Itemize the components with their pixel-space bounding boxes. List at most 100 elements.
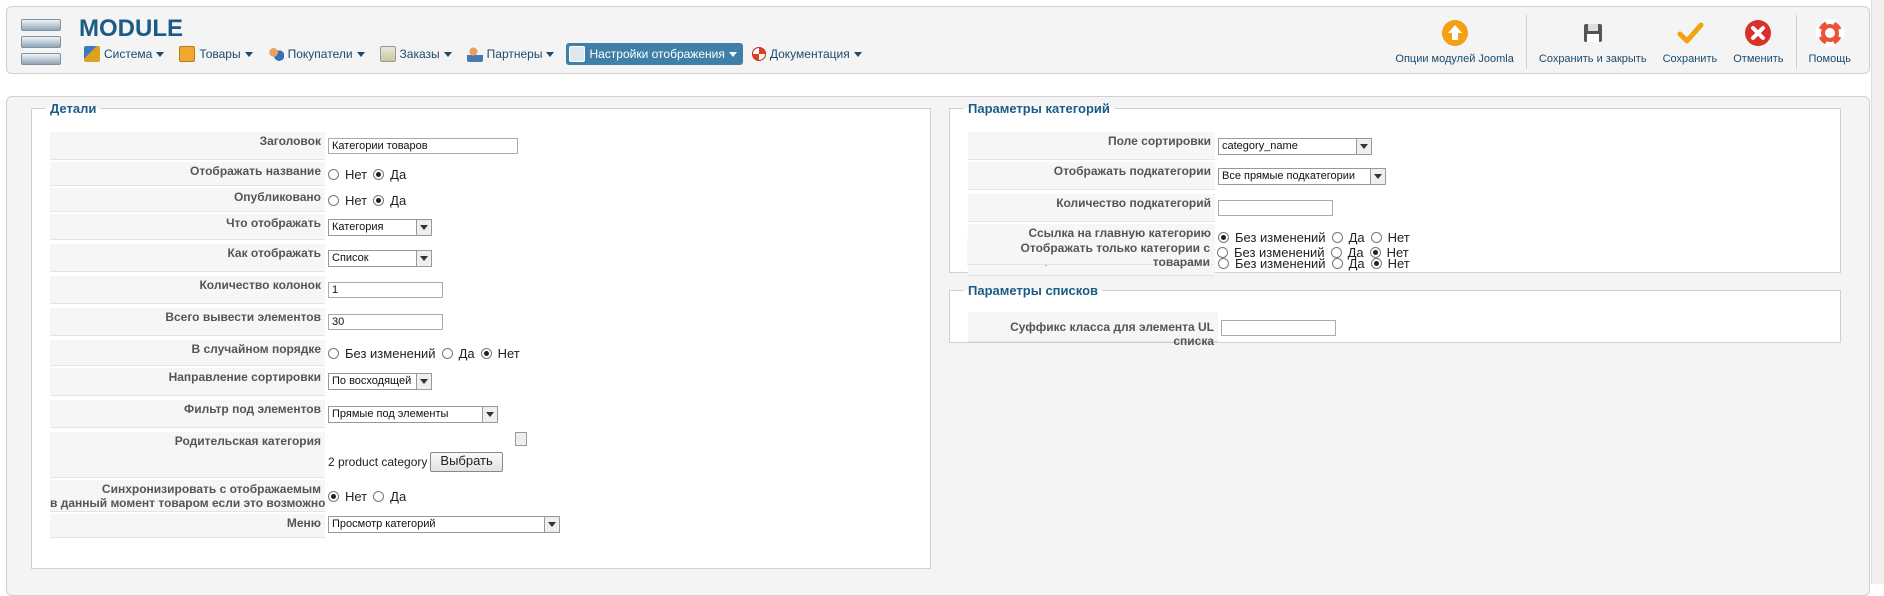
toolbar-label: Помощь — [1808, 53, 1852, 65]
menu-item-products[interactable]: Товары — [176, 43, 258, 65]
only-with-products-yes-radio[interactable] — [1330, 246, 1342, 258]
select-value: Просмотр категорий — [332, 518, 436, 530]
toolbar-label: Сохранить и закрыть — [1538, 53, 1647, 65]
title-input[interactable]: Категории товаров — [328, 138, 518, 154]
help-button[interactable]: Помощь — [1801, 15, 1860, 71]
select-value: Прямые под элементы — [332, 408, 449, 420]
how-row: Как отображать Список — [50, 244, 432, 272]
subcats-count-label: Количество подкатегорий — [968, 194, 1215, 222]
clear-icon[interactable] — [515, 432, 527, 446]
menu-item-label: Настройки отображения — [589, 47, 725, 61]
total-label: Всего вывести элементов — [50, 308, 325, 336]
random-yes-radio[interactable] — [441, 347, 453, 359]
select-value: По восходящей — [332, 375, 412, 387]
save-and-close-button[interactable]: Сохранить и закрыть — [1531, 15, 1655, 71]
menu-item-customers[interactable]: Покупатели — [265, 43, 371, 65]
what-row: Что отображать Категория — [50, 214, 432, 240]
menu-item-label: Документация — [769, 47, 850, 61]
menu-item-partners[interactable]: Партнеры — [464, 43, 561, 65]
check-icon — [1676, 19, 1704, 47]
total-input[interactable]: 30 — [328, 314, 443, 330]
toolbar-label: Сохранить — [1662, 53, 1718, 65]
select-value: Категория — [332, 221, 384, 233]
ul-suffix-label: Суффикс класса для элемента UL списка — [968, 312, 1218, 348]
joomla-options-button[interactable]: Опции модулей Joomla — [1387, 15, 1521, 71]
radio-label: Да — [1347, 244, 1364, 260]
menu-item-display-settings[interactable]: Настройки отображения — [566, 43, 743, 65]
menu-item-label: Система — [104, 47, 153, 61]
menu-item-label: Партнеры — [486, 47, 543, 61]
select-value: Все прямые подкатегории — [1222, 170, 1356, 182]
sync-label: Синхронизировать с отображаемым в данный… — [50, 480, 325, 512]
parent-row: Родительская категория 2 product categor… — [50, 432, 527, 478]
select-arrow-icon — [544, 517, 559, 532]
radio-label: Нет — [345, 488, 368, 504]
caret-down-icon — [356, 51, 365, 57]
show-name-no-radio[interactable] — [328, 168, 339, 180]
subcats-label: Отображать подкатегории — [968, 162, 1215, 190]
show-name-yes-radio[interactable] — [373, 168, 385, 180]
help-icon — [1814, 18, 1845, 48]
filter-select[interactable]: Прямые под элементы — [328, 406, 498, 423]
save-button[interactable]: Сохранить — [1655, 15, 1726, 71]
subcats-row: Отображать подкатегории Все прямые подка… — [968, 162, 1386, 190]
menu-item-label: Товары — [199, 47, 241, 61]
toolbar-separator — [1525, 15, 1527, 69]
random-label: В случайном порядке — [50, 340, 325, 366]
tools-icon — [84, 46, 100, 62]
sync-row: Синхронизировать с отображаемым в данный… — [50, 480, 412, 512]
radio-label: Да — [390, 488, 407, 504]
only-with-products-label: Отображать только категории с товарами — [967, 239, 1214, 269]
radio-label: Да — [390, 166, 407, 182]
menu-item-label: Заказы — [399, 47, 440, 61]
up-arrow-icon — [1441, 19, 1469, 47]
menu-item-documentation[interactable]: Документация — [749, 43, 868, 65]
radio-label: Нет — [345, 192, 368, 208]
menu-row: Меню Просмотр категорий — [50, 514, 560, 538]
sync-yes-radio[interactable] — [373, 490, 385, 502]
published-no-radio[interactable] — [328, 194, 339, 206]
radio-label: Да — [458, 345, 475, 361]
sync-no-radio[interactable] — [328, 490, 339, 502]
menu-item-label: Покупатели — [287, 47, 353, 61]
random-no-radio[interactable] — [480, 347, 492, 359]
sync-label-line: в данный момент товаром если это возможн… — [50, 496, 326, 510]
menu-label: Меню — [50, 514, 325, 538]
what-select[interactable]: Категория — [328, 219, 432, 236]
only-with-products-no-radio[interactable] — [1369, 246, 1381, 258]
select-value: Список — [332, 252, 369, 264]
only-with-products-unchanged-radio[interactable] — [1217, 246, 1228, 258]
cancel-button[interactable]: Отменить — [1725, 15, 1791, 71]
ul-suffix-input[interactable] — [1221, 320, 1336, 336]
subcats-count-input[interactable] — [1218, 200, 1333, 216]
lists-legend: Параметры списков — [968, 283, 1099, 298]
how-select[interactable]: Список — [328, 250, 432, 267]
sync-label-line: Синхронизировать с отображаемым — [101, 482, 321, 496]
menu-item-system[interactable]: Система — [81, 43, 170, 65]
select-arrow-icon — [416, 374, 431, 389]
page-scrollbar[interactable] — [1871, 0, 1884, 584]
sort-field-select[interactable]: category_name — [1218, 138, 1372, 155]
columns-label: Количество колонок — [50, 276, 325, 304]
display-settings-icon — [569, 46, 586, 62]
toolbar-label: Опции модулей Joomla — [1395, 53, 1514, 65]
total-row: Всего вывести элементов 30 — [50, 308, 443, 336]
toolbar-label: Отменить — [1733, 53, 1784, 65]
published-yes-radio[interactable] — [373, 194, 385, 206]
subcats-select[interactable]: Все прямые подкатегории — [1218, 168, 1386, 185]
categories-legend: Параметры категорий — [968, 101, 1110, 116]
menu-select[interactable]: Просмотр категорий — [328, 516, 560, 533]
select-value: category_name — [1222, 140, 1298, 152]
menu-item-orders[interactable]: Заказы — [377, 43, 458, 65]
radio-label: Без изменений — [1234, 244, 1325, 260]
columns-input[interactable]: 1 — [328, 282, 443, 298]
caret-down-icon — [244, 51, 253, 57]
sort-dir-select[interactable]: По восходящей — [328, 373, 432, 390]
parent-label: Родительская категория — [50, 432, 325, 478]
random-unchanged-radio[interactable] — [328, 347, 339, 359]
content-panel: Детали Заголовок Категории товаров Отобр… — [6, 96, 1870, 596]
show-name-label: Отображать название — [50, 162, 325, 186]
choose-button[interactable]: Выбрать — [430, 452, 503, 472]
select-arrow-icon — [416, 251, 431, 266]
subcats-count-row: Количество подкатегорий — [968, 194, 1333, 222]
